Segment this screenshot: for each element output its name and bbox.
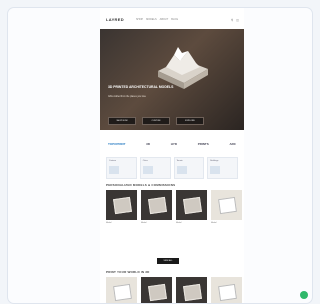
- view-all-button[interactable]: VIEW ALL: [157, 258, 179, 264]
- brand-logo: TOPOPRINT: [108, 142, 126, 146]
- hero-button[interactable]: CUSTOM: [142, 117, 170, 125]
- brand-strip: TOPOPRINT 3D HYD PRINTS ARC: [108, 142, 236, 146]
- product-image: [176, 190, 207, 220]
- brand-logo: ARC: [229, 142, 236, 146]
- promo-label: Cities: [142, 160, 148, 162]
- product-image: [141, 277, 172, 303]
- scroll-to-top-button[interactable]: [300, 291, 308, 299]
- hero-headline: 3D PRINTED ARCHITECTURAL MODELS: [108, 85, 174, 89]
- hero-subline: Gifts crafted from the places you love: [108, 96, 146, 98]
- product-name: Model: [141, 221, 147, 224]
- nav-icons: ⚲ ◫: [231, 18, 239, 22]
- brand-logo: 3D: [146, 142, 150, 146]
- top-nav: LAYRED SHOP MODELS ABOUT BLOG ⚲ ◫: [100, 17, 244, 27]
- product-card[interactable]: Model: [141, 190, 172, 224]
- product-name: Model: [176, 221, 182, 224]
- product-row: Model Model Model Model: [106, 190, 250, 224]
- product-image: [211, 277, 242, 303]
- nav-link[interactable]: MODELS: [146, 18, 157, 21]
- promo-row: Custom Cities Terrain Buildings: [106, 157, 238, 179]
- nav-link[interactable]: BLOG: [171, 18, 178, 21]
- product-card[interactable]: [106, 277, 137, 303]
- hero-buttons: SHOP NOW CUSTOM EXPLORE: [108, 117, 204, 125]
- product-row: [106, 277, 250, 303]
- product-image: [106, 190, 137, 220]
- nav-link[interactable]: SHOP: [136, 18, 143, 21]
- product-card[interactable]: [176, 277, 207, 303]
- promo-card[interactable]: Custom: [106, 157, 137, 179]
- cart-icon[interactable]: ◫: [236, 18, 239, 22]
- hero-button[interactable]: SHOP NOW: [108, 117, 136, 125]
- product-name: Model: [106, 221, 112, 224]
- promo-image: [176, 166, 187, 174]
- nav-links: SHOP MODELS ABOUT BLOG: [136, 18, 178, 21]
- promo-image: [109, 166, 119, 174]
- preview-card: LAYRED SHOP MODELS ABOUT BLOG ⚲ ◫ 3D PRI…: [7, 7, 313, 304]
- promo-image: [210, 166, 221, 174]
- product-image: [211, 190, 242, 220]
- hero-banner: 3D PRINTED ARCHITECTURAL MODELS Gifts cr…: [100, 29, 244, 130]
- hero-button[interactable]: EXPLORE: [176, 117, 204, 125]
- brand-logo: PRINTS: [197, 142, 209, 146]
- product-image: [141, 190, 172, 220]
- nav-link[interactable]: ABOUT: [160, 18, 169, 21]
- product-card[interactable]: [211, 277, 242, 303]
- product-card[interactable]: Model: [176, 190, 207, 224]
- search-icon[interactable]: ⚲: [231, 18, 233, 22]
- brand-logo: HYD: [170, 142, 178, 146]
- site-logo[interactable]: LAYRED: [106, 17, 124, 22]
- section-title: PERSONALIZED MODELS & COMMISSIONS: [106, 183, 176, 187]
- section-title: PRINT YOUR WORLD IN 3D: [106, 270, 150, 274]
- promo-label: Buildings: [210, 160, 219, 162]
- promo-label: Custom: [109, 160, 116, 162]
- promo-card[interactable]: Buildings: [207, 157, 238, 179]
- product-name: Model: [211, 221, 217, 224]
- product-image: [106, 277, 137, 303]
- product-card[interactable]: Model: [211, 190, 242, 224]
- product-card[interactable]: [141, 277, 172, 303]
- webpage-preview: LAYRED SHOP MODELS ABOUT BLOG ⚲ ◫ 3D PRI…: [100, 8, 244, 303]
- promo-label: Terrain: [176, 160, 183, 162]
- promo-image: [142, 166, 153, 174]
- promo-card[interactable]: Cities: [139, 157, 171, 179]
- product-image: [176, 277, 207, 303]
- product-card[interactable]: Model: [106, 190, 137, 224]
- promo-card[interactable]: Terrain: [173, 157, 205, 179]
